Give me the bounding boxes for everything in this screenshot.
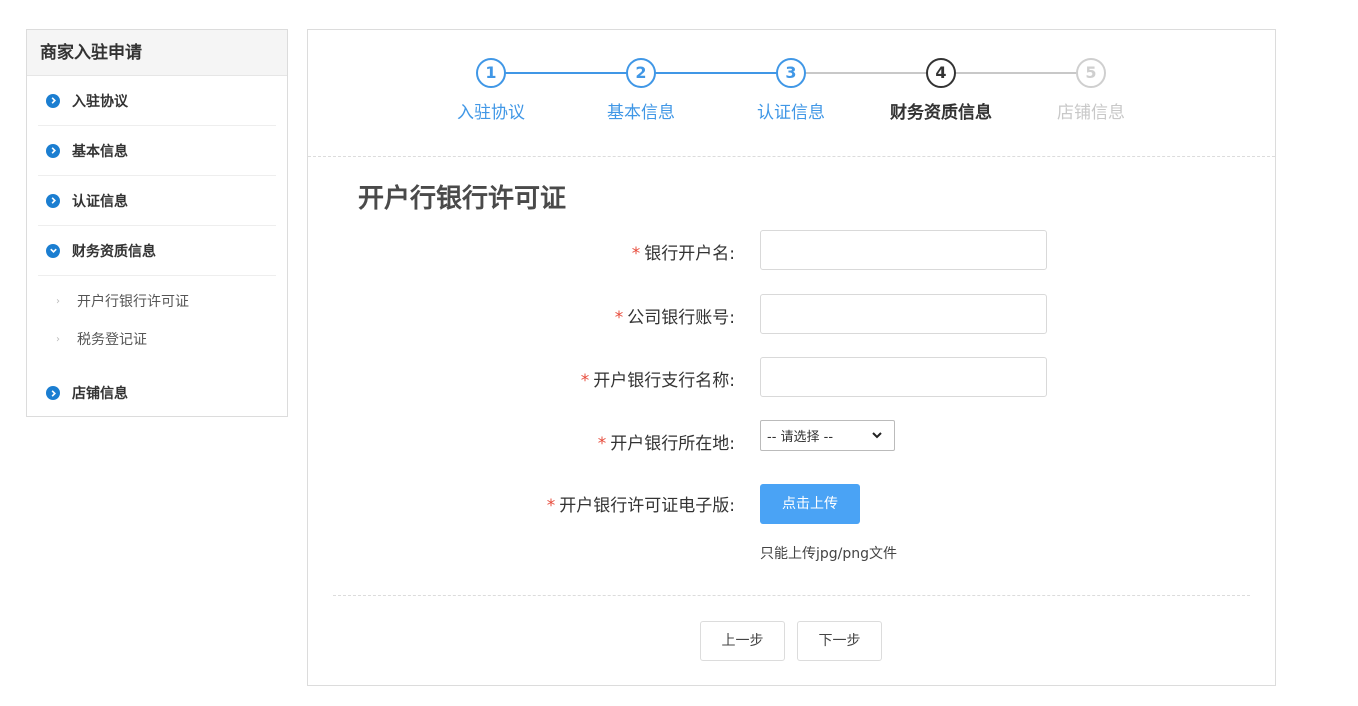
required-mark: *	[597, 434, 607, 454]
progress-steps: 1 入驻协议 2 基本信息 3 认证信息 4 财务资质信息 5 店铺信息	[308, 30, 1275, 157]
section-title: 开户行银行许可证	[358, 184, 567, 214]
step-shop-info: 5 店铺信息	[1031, 58, 1151, 123]
field-label-text: 银行开户名:	[644, 244, 735, 264]
prev-step-button[interactable]: 上一步	[700, 621, 785, 661]
branch-name-input[interactable]	[760, 357, 1047, 397]
step-label: 入驻协议	[457, 103, 525, 123]
divider	[333, 595, 1250, 596]
sidebar-item-label: 认证信息	[72, 193, 128, 210]
step-number: 2	[626, 58, 656, 88]
field-label: * 公司银行账号:	[615, 303, 735, 328]
upload-button[interactable]: 点击上传	[760, 484, 860, 524]
sidebar-subitem-bank-license[interactable]: › 开户行银行许可证	[38, 282, 276, 320]
sidebar-item-shop-info[interactable]: 店铺信息	[38, 368, 276, 418]
sidebar: 商家入驻申请 入驻协议 基本信息 认证信息 财务资质信息 › 开户行银行许可证 …	[26, 29, 288, 417]
chevron-right-icon	[46, 93, 60, 108]
field-label: * 开户银行支行名称:	[581, 366, 735, 391]
step-label: 基本信息	[607, 103, 675, 123]
sidebar-item-agreement[interactable]: 入驻协议	[38, 76, 276, 126]
field-label-text: 开户银行所在地:	[610, 434, 735, 454]
sidebar-subitem-label: 税务登记证	[77, 332, 147, 348]
step-number: 1	[476, 58, 506, 88]
chevron-right-icon	[46, 386, 60, 400]
step-label: 认证信息	[757, 103, 825, 123]
required-mark: *	[614, 308, 624, 328]
field-label: * 开户银行许可证电子版:	[547, 491, 735, 516]
next-step-button[interactable]: 下一步	[797, 621, 882, 661]
step-number: 4	[926, 58, 956, 88]
upload-hint: 只能上传jpg/png文件	[760, 546, 898, 562]
sidebar-submenu: › 开户行银行许可证 › 税务登记证	[38, 276, 276, 368]
field-label-text: 开户银行支行名称:	[593, 371, 735, 391]
step-basic-info: 2 基本信息	[581, 58, 701, 123]
chevron-right-icon	[46, 143, 60, 158]
select-value: -- 请选择 --	[767, 430, 834, 445]
chevron-down-icon	[872, 432, 882, 439]
chevron-down-icon	[46, 243, 60, 258]
chevron-right-icon: ›	[56, 295, 60, 307]
field-label: * 银行开户名:	[632, 239, 735, 264]
sidebar-item-label: 财务资质信息	[72, 243, 156, 260]
required-mark: *	[631, 244, 641, 264]
sidebar-item-certification[interactable]: 认证信息	[38, 176, 276, 226]
main-panel: 1 入驻协议 2 基本信息 3 认证信息 4 财务资质信息 5 店铺信息 开户行…	[307, 29, 1276, 686]
account-name-input[interactable]	[760, 230, 1047, 270]
sidebar-item-basic-info[interactable]: 基本信息	[38, 126, 276, 176]
step-number: 5	[1076, 58, 1106, 88]
sidebar-title: 商家入驻申请	[27, 30, 287, 76]
required-mark: *	[580, 371, 590, 391]
step-label: 店铺信息	[1057, 103, 1125, 123]
sidebar-subitem-label: 开户行银行许可证	[77, 294, 189, 310]
sidebar-item-label: 基本信息	[72, 143, 128, 160]
field-label-text: 开户银行许可证电子版:	[559, 496, 735, 516]
account-number-input[interactable]	[760, 294, 1047, 334]
field-label: * 开户银行所在地:	[598, 429, 735, 454]
step-certification: 3 认证信息	[731, 58, 851, 123]
field-label-text: 公司银行账号:	[627, 308, 735, 328]
step-number: 3	[776, 58, 806, 88]
step-finance: 4 财务资质信息	[881, 58, 1001, 123]
chevron-right-icon	[46, 193, 60, 208]
sidebar-item-label: 入驻协议	[72, 93, 128, 110]
sidebar-subitem-tax-registration[interactable]: › 税务登记证	[38, 320, 276, 358]
location-select[interactable]: -- 请选择 --	[760, 420, 895, 451]
step-agreement: 1 入驻协议	[431, 58, 551, 123]
sidebar-item-label: 店铺信息	[72, 386, 128, 402]
required-mark: *	[546, 496, 556, 516]
chevron-right-icon: ›	[56, 333, 60, 345]
sidebar-item-finance[interactable]: 财务资质信息	[38, 226, 276, 276]
step-label: 财务资质信息	[890, 103, 992, 123]
